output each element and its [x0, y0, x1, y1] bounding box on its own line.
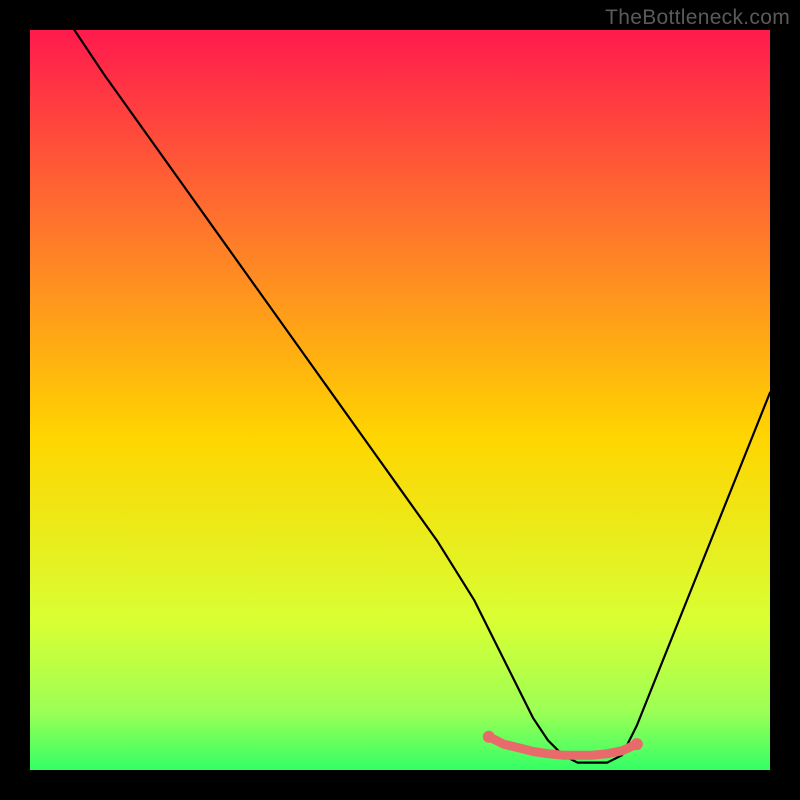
bottleneck-chart: [30, 30, 770, 770]
highlight-endpoint-dot: [483, 731, 495, 743]
gradient-background: [30, 30, 770, 770]
watermark-text: TheBottleneck.com: [605, 6, 790, 30]
chart-frame: TheBottleneck.com: [0, 0, 800, 800]
highlight-endpoint-dot: [631, 738, 643, 750]
plot-area: [30, 30, 770, 770]
